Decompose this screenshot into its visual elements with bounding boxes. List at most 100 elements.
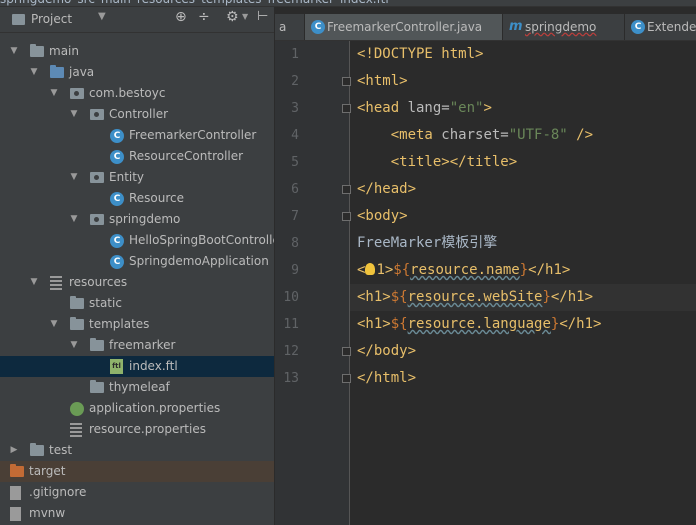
tree-item-label: com.bestoyc	[89, 86, 166, 100]
fold-marker-icon[interactable]	[342, 185, 351, 194]
tree-item-label: application.properties	[89, 401, 221, 415]
code-token: />	[567, 127, 594, 143]
tree-item[interactable]: ▼ Controller	[0, 104, 274, 125]
folder-icon	[90, 338, 104, 351]
code-line[interactable]: </body>	[357, 338, 416, 365]
project-view-icon[interactable]	[12, 14, 25, 25]
line-number: 8	[291, 236, 299, 251]
tree-item[interactable]: C ResourceController	[0, 146, 274, 167]
code-line[interactable]: <h1>${resource.language}</h1>	[357, 311, 601, 338]
tree-item[interactable]: thymeleaf	[0, 377, 274, 398]
code-line[interactable]: <title></title>	[357, 149, 517, 176]
editor-tab-label: springdemo	[525, 20, 597, 34]
code-token: "en"	[449, 100, 484, 116]
editor-tab-label: Extende	[647, 20, 696, 34]
chevron-right-icon[interactable]: ▶	[8, 440, 20, 461]
code-line[interactable]: <html>	[357, 68, 408, 95]
code-token: </head>	[357, 181, 417, 197]
collapse-icon[interactable]: ÷	[198, 9, 210, 25]
code-line[interactable]: <meta charset="UTF-8" />	[357, 122, 593, 149]
tree-item-label: .gitignore	[29, 485, 87, 499]
breadcrumb: springdemo srcmain resources templates freem…	[0, 0, 696, 7]
editor-tab[interactable]: C Extende	[625, 14, 696, 40]
tree-item[interactable]: ftl index.ftl	[0, 356, 274, 377]
code-token: <	[357, 262, 366, 278]
code-line[interactable]: <head lang="en">	[357, 95, 492, 122]
editor-tab[interactable]: a	[275, 14, 305, 40]
editor-tab-label: a	[279, 20, 287, 34]
tree-item[interactable]: ▼ java	[0, 62, 274, 83]
tree-item[interactable]: C FreemarkerController	[0, 125, 274, 146]
spring-leaf-icon	[70, 402, 84, 416]
chevron-down-icon[interactable]: ▼	[48, 314, 60, 335]
tree-item[interactable]: C SpringdemoApplication	[0, 251, 274, 272]
breadcrumb-item[interactable]: templates	[201, 0, 261, 6]
breadcrumb-item[interactable]: index.ftl	[340, 0, 389, 6]
tree-item[interactable]: C HelloSpringBootController	[0, 230, 275, 251]
chevron-down-icon[interactable]: ▼	[68, 209, 80, 230]
tree-item-label: SpringdemoApplication	[129, 254, 269, 268]
tree-item[interactable]: .gitignore	[0, 482, 274, 503]
code-editor[interactable]: 1 2 3 4 5 6 7 8 9 10 11 12 13 <!DOCTYPE html> <html> <…	[275, 41, 696, 525]
chevron-down-icon[interactable]: ▼	[242, 12, 248, 21]
breadcrumb-item[interactable]: springdemo	[0, 0, 71, 6]
code-line[interactable]: <1>${resource.name}</h1>	[357, 257, 570, 284]
breadcrumb-item[interactable]: main	[101, 0, 131, 6]
tree-item[interactable]: mvnw	[0, 503, 274, 524]
tree-item-label: HelloSpringBootController	[129, 233, 275, 247]
tree-item[interactable]: ▼ resources	[0, 272, 274, 293]
fold-marker-icon[interactable]	[342, 374, 351, 383]
tree-item[interactable]: target	[0, 461, 274, 482]
project-panel-title[interactable]: Project	[31, 12, 72, 26]
breadcrumb-item[interactable]: src	[77, 0, 95, 6]
chevron-down-icon[interactable]: ▼	[98, 11, 106, 22]
editor-tab[interactable]: m springdemo	[503, 14, 625, 40]
code-line[interactable]: FreeMarker模板引擎	[357, 230, 497, 257]
code-token: FreeMarker模板引擎	[357, 235, 498, 251]
properties-icon	[70, 423, 82, 437]
tree-item[interactable]: ▼ main	[0, 41, 274, 62]
tree-item[interactable]: application.properties	[0, 398, 274, 419]
tree-item[interactable]: C Resource	[0, 188, 274, 209]
editor-tab[interactable]: C FreemarkerController.java	[305, 14, 503, 40]
chevron-down-icon[interactable]: ▼	[68, 167, 80, 188]
gear-icon[interactable]: ⚙	[226, 9, 239, 25]
code-line[interactable]: <!DOCTYPE html>	[357, 41, 483, 68]
chevron-down-icon[interactable]: ▼	[28, 272, 40, 293]
code-line[interactable]: </head>	[357, 176, 416, 203]
tree-item-label: Controller	[109, 107, 169, 121]
code-token: resource.language	[407, 316, 551, 332]
tree-item-label: FreemarkerController	[129, 128, 257, 142]
tree-item[interactable]: ▼ freemarker	[0, 335, 274, 356]
tree-item[interactable]: ▼ Entity	[0, 167, 274, 188]
breadcrumb-item[interactable]: resources	[137, 0, 195, 6]
fold-marker-icon[interactable]	[342, 347, 351, 356]
lightbulb-icon[interactable]	[365, 263, 376, 275]
tree-item[interactable]: ▼ springdemo	[0, 209, 274, 230]
breadcrumb-item[interactable]: freemarker	[267, 0, 333, 6]
chevron-down-icon[interactable]: ▼	[28, 62, 40, 83]
tree-item[interactable]: ▼ com.bestoyc	[0, 83, 274, 104]
hide-icon[interactable]: ⊢	[257, 9, 268, 24]
code-line[interactable]: <body>	[357, 203, 408, 230]
tree-item[interactable]: resource.properties	[0, 419, 274, 440]
chevron-down-icon[interactable]: ▼	[68, 104, 80, 125]
code-token: </h1>	[559, 316, 602, 332]
chevron-down-icon[interactable]: ▼	[48, 83, 60, 104]
code-token: <meta	[357, 127, 442, 143]
fold-marker-icon[interactable]	[342, 212, 351, 221]
code-line[interactable]: <h1>${resource.webSite}</h1>	[357, 284, 593, 311]
tree-item[interactable]: ▶ test	[0, 440, 274, 461]
tree-item[interactable]: static	[0, 293, 274, 314]
chevron-down-icon[interactable]: ▼	[8, 41, 20, 62]
chevron-down-icon[interactable]: ▼	[68, 335, 80, 356]
fold-marker-icon[interactable]	[342, 77, 351, 86]
folder-icon	[30, 443, 44, 456]
code-line[interactable]: </html>	[357, 365, 416, 392]
crosshair-icon[interactable]: ⊕	[175, 9, 187, 25]
line-number: 6	[291, 182, 299, 197]
fold-marker-icon[interactable]	[342, 104, 351, 113]
line-number: 11	[283, 317, 299, 332]
tree-item[interactable]: ▼ templates	[0, 314, 274, 335]
code-token: <body>	[357, 208, 408, 224]
